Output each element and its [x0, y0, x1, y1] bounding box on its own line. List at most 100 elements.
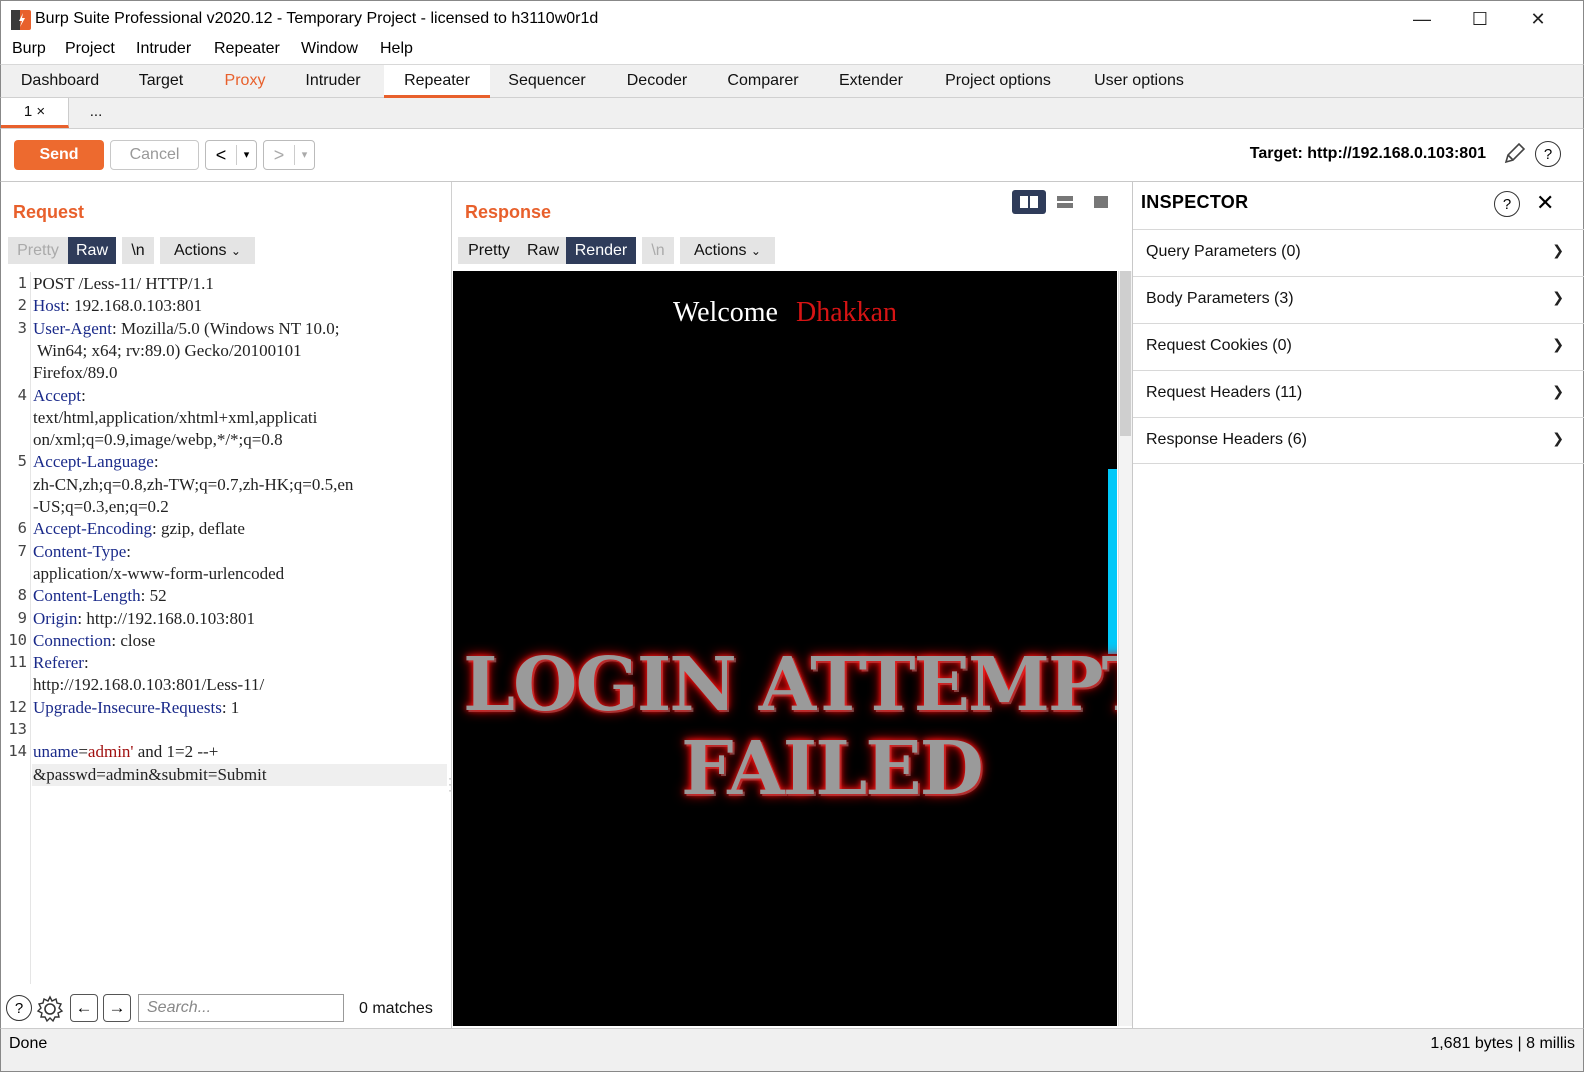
login-failed-image: LOGIN ATTEMPT FAILED — [463, 642, 1117, 812]
menu-project[interactable]: Project — [65, 40, 115, 58]
back-button[interactable]: < ▾ — [205, 140, 257, 170]
request-line: Upgrade-Insecure-Requests: 1 — [33, 698, 239, 718]
response-pretty-button[interactable]: Pretty — [458, 237, 520, 264]
chevron-down-icon: ❯ — [1552, 430, 1564, 446]
response-actions-button[interactable]: Actions ⌄ — [680, 237, 775, 264]
line-value: 1 — [230, 697, 240, 717]
tab-repeater[interactable]: Repeater — [384, 65, 490, 98]
menu-bar: Burp Project Intruder Repeater Window He… — [0, 36, 1584, 64]
request-line: Host: 192.168.0.103:801 — [33, 296, 202, 316]
request-line: application/x-www-form-urlencoded — [33, 564, 284, 584]
tab-extender[interactable]: Extender — [827, 65, 915, 98]
layout-stacked-icon[interactable] — [1048, 190, 1082, 214]
line-value: http://192.168.0.103:801/Less-11/ — [33, 675, 265, 695]
request-raw-button[interactable]: Raw — [68, 237, 116, 264]
match-count: 0 matches — [359, 1000, 433, 1017]
forward-button[interactable]: > ▾ — [263, 140, 315, 170]
send-button[interactable]: Send — [14, 140, 104, 170]
request-pretty-button[interactable]: Pretty — [8, 237, 68, 264]
chevron-down-icon: ❯ — [1552, 242, 1564, 258]
request-newline-button[interactable]: \n — [122, 237, 154, 264]
line-number: 6 — [17, 519, 27, 538]
line-number-gutter — [1, 272, 31, 984]
line-value: application/x-www-form-urlencoded — [33, 563, 285, 583]
previous-match-arrow-icon[interactable]: ← — [70, 994, 98, 1022]
request-body-line: &passwd=admin&submit=Submit — [33, 764, 267, 784]
line-number: 3 — [17, 318, 27, 337]
menu-intruder[interactable]: Intruder — [136, 40, 191, 58]
header-separator: : — [83, 653, 89, 673]
header-separator: : — [151, 519, 161, 539]
forward-history-dropdown-icon[interactable]: ▾ — [294, 145, 314, 165]
param-value: admin' — [87, 742, 134, 762]
request-title: Request — [13, 202, 85, 222]
inspector-section-query-parameters[interactable]: Query Parameters (0) ❯ — [1133, 229, 1584, 276]
response-size-timing: 1,681 bytes | 8 millis — [1430, 1035, 1575, 1052]
header-separator: : — [153, 452, 159, 472]
layout-side-by-side-icon[interactable] — [1012, 190, 1046, 214]
response-raw-button[interactable]: Raw — [520, 237, 566, 264]
repeater-tab-new[interactable]: ... — [73, 98, 119, 128]
chevron-down-icon: ❯ — [1552, 289, 1564, 305]
edit-target-pencil-icon[interactable] — [1501, 141, 1527, 167]
tab-project-options[interactable]: Project options — [931, 65, 1065, 98]
tab-user-options[interactable]: User options — [1081, 65, 1197, 98]
inspector-section-request-cookies[interactable]: Request Cookies (0) ❯ — [1133, 323, 1584, 370]
header-name: Accept-Encoding — [33, 519, 152, 539]
repeater-tab-1[interactable]: 1 × — [1, 98, 69, 128]
menu-window[interactable]: Window — [301, 40, 358, 58]
tab-decoder[interactable]: Decoder — [612, 65, 702, 98]
request-line: Connection: close — [33, 631, 155, 651]
tab-dashboard[interactable]: Dashboard — [6, 65, 114, 98]
settings-gear-icon[interactable] — [36, 995, 64, 1023]
response-scrollbar-thumb[interactable] — [1120, 271, 1131, 436]
close-window-button[interactable]: ✕ — [1509, 1, 1567, 37]
request-line: Accept: — [33, 386, 86, 406]
help-icon[interactable]: ? — [1535, 141, 1561, 167]
request-editor[interactable]: 1 POST /Less-11/ HTTP/1.1 2 Host: 192.168.0… — [1, 272, 449, 984]
back-history-dropdown-icon[interactable]: ▾ — [236, 145, 256, 165]
status-bar: Done 1,681 bytes | 8 millis — [0, 1028, 1584, 1072]
tab-proxy[interactable]: Proxy — [209, 65, 281, 98]
search-input[interactable]: Search... — [138, 994, 344, 1022]
layout-tabs-icon[interactable] — [1084, 190, 1118, 214]
tab-intruder[interactable]: Intruder — [289, 65, 377, 98]
response-newline-button[interactable]: \n — [642, 237, 674, 264]
line-value: POST /Less-11/ HTTP/1.1 — [33, 274, 214, 293]
response-render-button[interactable]: Render — [566, 237, 636, 264]
menu-repeater[interactable]: Repeater — [214, 40, 280, 58]
inspector-section-response-headers[interactable]: Response Headers (6) ❯ — [1133, 417, 1584, 464]
line-number: 2 — [17, 296, 27, 315]
minimize-button[interactable]: — — [1393, 1, 1451, 37]
close-inspector-icon[interactable]: ✕ — [1536, 190, 1554, 216]
help-icon[interactable]: ? — [6, 995, 32, 1021]
help-icon[interactable]: ? — [1494, 191, 1520, 217]
tab-target[interactable]: Target — [122, 65, 200, 98]
chevron-down-icon: ❯ — [1552, 383, 1564, 399]
line-value: Win64; x64; rv:89.0) Gecko/20100101 — [33, 340, 302, 360]
tab-sequencer[interactable]: Sequencer — [497, 65, 597, 98]
username-text: Dhakkan — [795, 297, 898, 328]
cancel-button[interactable]: Cancel — [110, 140, 199, 170]
request-actions-button[interactable]: Actions ⌄ — [160, 237, 255, 264]
maximize-button[interactable]: ☐ — [1451, 1, 1509, 37]
line-number: 14 — [8, 742, 27, 761]
request-line: http://192.168.0.103:801/Less-11/ — [33, 675, 264, 695]
menu-help[interactable]: Help — [380, 40, 413, 58]
param-name: uname — [33, 742, 79, 762]
menu-burp[interactable]: Burp — [12, 40, 46, 58]
response-scrollbar[interactable] — [1118, 271, 1132, 1026]
target-label: Target: http://192.168.0.103:801 — [1249, 145, 1486, 162]
line-number: 5 — [17, 452, 27, 471]
burp-logo-icon — [11, 10, 31, 30]
inspector-section-body-parameters[interactable]: Body Parameters (3) ❯ — [1133, 276, 1584, 323]
request-line: Accept-Encoding: gzip, deflate — [33, 519, 245, 539]
next-match-arrow-icon[interactable]: → — [103, 994, 131, 1022]
line-value: -US;q=0.3,en;q=0.2 — [33, 497, 169, 516]
inspector-section-request-headers[interactable]: Request Headers (11) ❯ — [1133, 370, 1584, 417]
injection-payload: and 1=2 --+ — [133, 742, 219, 762]
main-tab-bar: Dashboard Target Proxy Intruder Repeater… — [0, 64, 1584, 98]
request-line: Content-Length: 52 — [33, 586, 167, 606]
tab-comparer[interactable]: Comparer — [715, 65, 811, 98]
request-line: zh-CN,zh;q=0.8,zh-TW;q=0.7,zh-HK;q=0.5,e… — [33, 475, 353, 495]
